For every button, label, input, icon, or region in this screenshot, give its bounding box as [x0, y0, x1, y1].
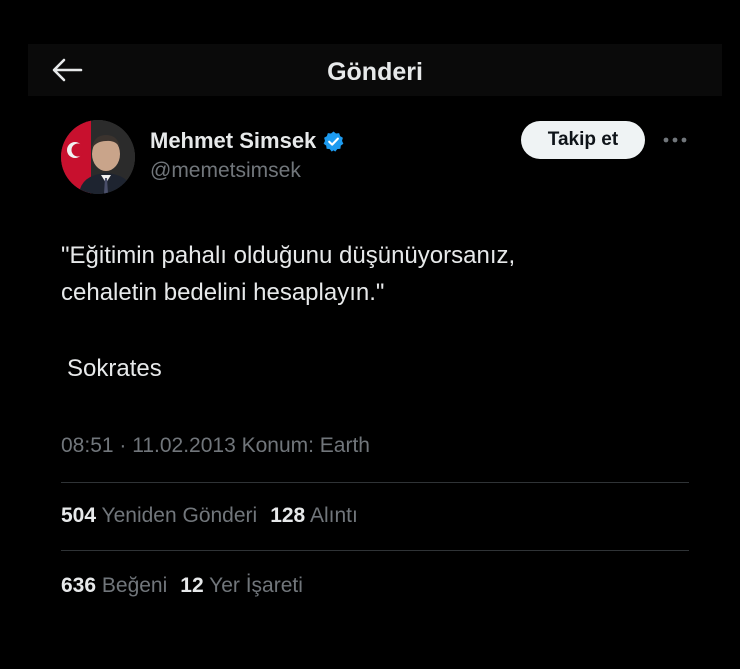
bookmarks-count: 12: [180, 574, 204, 597]
display-name[interactable]: Mehmet Simsek: [150, 128, 316, 154]
likes-count: 636: [61, 574, 97, 597]
tweet-text-line: cehaletin bedelini hesaplayın.": [61, 279, 385, 306]
tweet-text: "Eğitimin pahalı olduğunu düşünüyorsanız…: [61, 237, 681, 311]
tweet-text-line: "Eğitimin pahalı olduğunu düşünüyorsanız…: [61, 242, 516, 269]
avatar[interactable]: [61, 120, 135, 194]
bookmarks-stat[interactable]: 12 Yer İşareti: [180, 574, 303, 597]
quotes-count: 128: [270, 504, 306, 527]
user-handle[interactable]: @memetsimsek: [150, 159, 301, 183]
bookmarks-label: Yer İşareti: [209, 574, 303, 597]
stats-row-reposts: 504 Yeniden Gönderi 128 Alıntı: [61, 504, 358, 528]
divider: [61, 550, 689, 551]
likes-stat[interactable]: 636 Beğeni: [61, 574, 167, 597]
more-options-button[interactable]: [660, 127, 690, 153]
more-horizontal-icon: [663, 137, 687, 143]
divider: [61, 482, 689, 483]
page-title: Gönderi: [327, 58, 423, 86]
reposts-label: Yeniden Gönderi: [101, 504, 258, 527]
likes-label: Beğeni: [101, 574, 168, 597]
reposts-count: 504: [61, 504, 97, 527]
verified-badge-icon[interactable]: [322, 130, 345, 153]
top-bar: Gönderi: [28, 44, 722, 96]
reposts-stat[interactable]: 504 Yeniden Gönderi: [61, 504, 257, 527]
quotes-label: Alıntı: [309, 504, 358, 527]
quotes-stat[interactable]: 128 Alıntı: [270, 504, 358, 527]
follow-button[interactable]: Takip et: [521, 121, 645, 159]
user-name-row: Mehmet Simsek: [150, 126, 345, 156]
profile-photo-icon: [61, 120, 135, 194]
tweet-quote-author: Sokrates: [67, 355, 162, 382]
tweet-timestamp-location[interactable]: 08:51 · 11.02.2013 Konum: Earth: [61, 434, 370, 458]
stats-row-likes: 636 Beğeni 12 Yer İşareti: [61, 574, 303, 598]
